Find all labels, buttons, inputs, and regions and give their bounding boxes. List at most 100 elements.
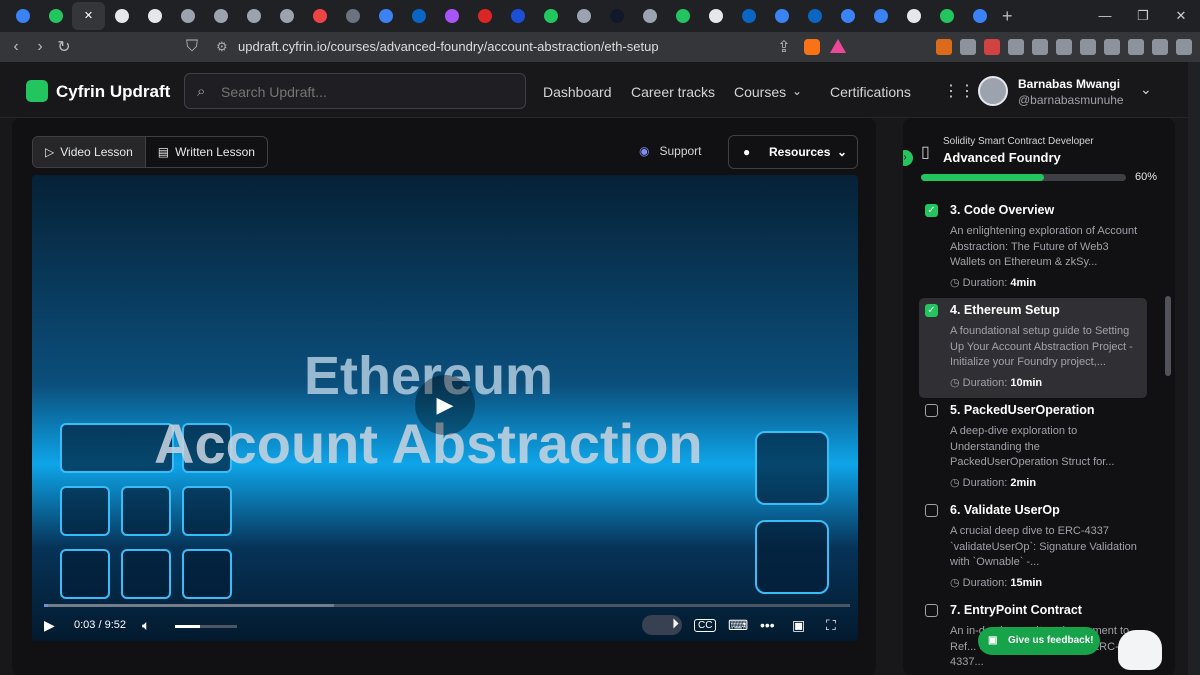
play-icon[interactable]: ▶ <box>44 617 55 634</box>
nav-dashboard[interactable]: Dashboard <box>543 84 612 100</box>
browser-tab[interactable] <box>6 2 39 30</box>
browser-tab[interactable] <box>798 2 831 30</box>
extension-icon[interactable] <box>984 39 1000 55</box>
new-tab-icon[interactable]: + <box>1002 6 1013 27</box>
browser-tab[interactable] <box>666 2 699 30</box>
cyfrin-logo-icon[interactable] <box>26 80 48 102</box>
openai-icon <box>180 9 195 23</box>
completion-checkbox[interactable]: ✓ <box>925 204 938 217</box>
avatar[interactable] <box>978 76 1008 106</box>
browser-tab[interactable] <box>204 2 237 30</box>
site-info-icon[interactable]: ⚙ <box>216 37 228 57</box>
browser-tab[interactable] <box>963 2 996 30</box>
page-scrollbar[interactable] <box>1188 62 1200 675</box>
back-icon[interactable]: ‹ <box>4 38 28 56</box>
completion-checkbox[interactable] <box>925 604 938 617</box>
browser-tab[interactable] <box>336 2 369 30</box>
brand-name[interactable]: Cyfrin Updraft <box>56 82 170 102</box>
video-progress-bar[interactable] <box>44 604 850 607</box>
browser-tab[interactable] <box>270 2 303 30</box>
keyboard-icon[interactable]: ⌨ <box>728 617 748 634</box>
video-player[interactable]: Ethereum Account Abstraction ▶ ▶ 0:03 / … <box>32 175 858 641</box>
chevron-down-icon[interactable]: ⌄ <box>792 84 802 98</box>
lesson-duration: ◷ Duration: 15min <box>950 576 1042 589</box>
browser-tab[interactable] <box>501 2 534 30</box>
lesson-list-item[interactable]: ✓ 4. Ethereum Setup A foundational setup g… <box>919 298 1147 398</box>
nav-certifications[interactable]: Certifications <box>830 84 911 100</box>
extension-icon[interactable] <box>1080 39 1096 55</box>
browser-tab[interactable] <box>864 2 897 30</box>
nav-courses[interactable]: Courses <box>734 84 786 100</box>
search-input[interactable] <box>221 82 511 102</box>
scrollbar-thumb[interactable] <box>1165 296 1171 376</box>
browser-tab[interactable] <box>237 2 270 30</box>
browser-tab[interactable] <box>534 2 567 30</box>
extension-icon[interactable] <box>1056 39 1072 55</box>
extension-icon[interactable] <box>960 39 976 55</box>
browser-tab[interactable] <box>105 2 138 30</box>
lesson-list-item[interactable]: 5. PackedUserOperation A deep-dive explor… <box>919 398 1147 498</box>
video-lesson-tab[interactable]: ▷ Video Lesson <box>33 137 145 167</box>
written-lesson-tab[interactable]: ▤ Written Lesson <box>144 137 267 167</box>
extension-icon[interactable] <box>1176 39 1192 55</box>
browser-tab[interactable] <box>435 2 468 30</box>
browser-tab[interactable] <box>930 2 963 30</box>
brave-shields-icon[interactable] <box>804 39 820 55</box>
pip-icon[interactable]: ▣ <box>792 617 805 634</box>
browser-tab[interactable] <box>699 2 732 30</box>
browser-tab[interactable] <box>369 2 402 30</box>
browser-tab[interactable] <box>600 2 633 30</box>
browser-tab[interactable] <box>39 2 72 30</box>
browser-tab[interactable] <box>303 2 336 30</box>
completion-checkbox[interactable]: ✓ <box>925 304 938 317</box>
browser-tab[interactable] <box>831 2 864 30</box>
extension-icon[interactable] <box>1152 39 1168 55</box>
collapse-sidebar-icon[interactable]: › <box>903 150 913 166</box>
browser-tab[interactable] <box>468 2 501 30</box>
course-title[interactable]: Advanced Foundry <box>943 150 1061 165</box>
completion-checkbox[interactable] <box>925 504 938 517</box>
bookmark-icon[interactable]: ⛉ <box>180 38 204 56</box>
extension-icon[interactable] <box>936 39 952 55</box>
apps-grid-icon[interactable]: ⋮⋮ <box>943 81 975 101</box>
nav-career-tracks[interactable]: Career tracks <box>631 84 715 100</box>
browser-tab[interactable] <box>732 2 765 30</box>
user-menu-chevron-icon[interactable]: ⌄ <box>1140 81 1152 98</box>
volume-slider[interactable] <box>175 625 237 628</box>
close-window-icon[interactable]: ✕ <box>1162 0 1200 32</box>
browser-tab[interactable] <box>633 2 666 30</box>
browser-tab[interactable] <box>897 2 930 30</box>
completion-checkbox[interactable] <box>925 404 938 417</box>
fullscreen-icon[interactable]: ⛶ <box>826 617 836 634</box>
browser-tab[interactable] <box>138 2 171 30</box>
reload-icon[interactable]: ↻ <box>52 37 76 57</box>
captions-button[interactable]: CC <box>694 619 717 632</box>
mascot-bear-icon[interactable] <box>1118 630 1162 670</box>
browser-tab[interactable] <box>402 2 435 30</box>
share-icon[interactable]: ⇪ <box>772 37 796 57</box>
search-box[interactable]: ⌕ <box>184 73 526 109</box>
minimize-icon[interactable]: — <box>1086 0 1124 32</box>
forward-icon[interactable]: › <box>28 38 52 56</box>
volume-icon[interactable]: 🔈︎ <box>142 617 150 634</box>
browser-tab[interactable] <box>171 2 204 30</box>
lesson-list-item[interactable]: ✓ 3. Code Overview An enlightening explora… <box>919 198 1147 298</box>
browser-tab[interactable] <box>567 2 600 30</box>
extension-icon[interactable] <box>1104 39 1120 55</box>
browser-tab[interactable]: ✕ <box>72 2 105 30</box>
extension-icon[interactable] <box>1128 39 1144 55</box>
support-link[interactable]: ◉ Support <box>639 144 702 158</box>
address-bar[interactable]: ⚙ updraft.cyfrin.io/courses/advanced-fou… <box>210 37 850 57</box>
autoplay-toggle[interactable]: ⏵ <box>642 615 682 635</box>
sidebar-scrollbar[interactable] <box>1165 204 1171 664</box>
extension-icon[interactable] <box>1008 39 1024 55</box>
brave-rewards-icon[interactable] <box>830 39 846 53</box>
more-options-icon[interactable]: ••• <box>760 617 775 633</box>
lesson-list-item[interactable]: 6. Validate UserOp A crucial deep dive to… <box>919 498 1147 598</box>
maximize-icon[interactable]: ❐ <box>1124 0 1162 32</box>
extension-icon[interactable] <box>1032 39 1048 55</box>
play-overlay-icon[interactable]: ▶ <box>415 375 475 435</box>
browser-tab[interactable] <box>765 2 798 30</box>
feedback-button[interactable]: ▣ Give us feedback! <box>978 627 1100 655</box>
resources-button[interactable]: ● Resources ⌄ <box>728 135 858 169</box>
